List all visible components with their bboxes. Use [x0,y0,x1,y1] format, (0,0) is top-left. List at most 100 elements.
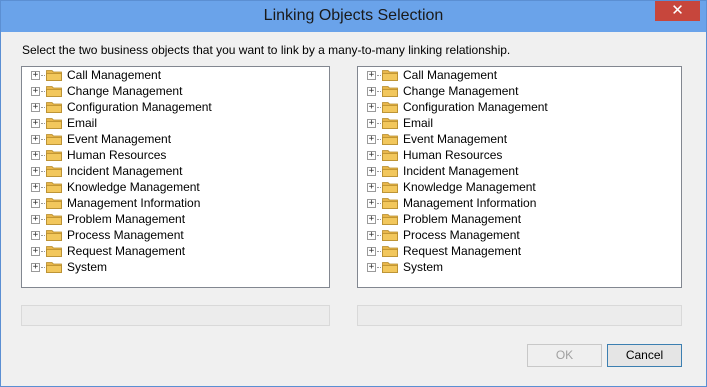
tree-node[interactable]: + System [22,259,329,275]
expand-icon[interactable]: + [31,151,40,160]
folder-icon [382,246,398,257]
expand-icon[interactable]: + [31,231,40,240]
expand-icon[interactable]: + [367,167,376,176]
tree-node[interactable]: + Email [358,115,681,131]
tree-node-label: System [67,260,108,274]
tree-node[interactable]: + Knowledge Management [358,179,681,195]
tree-connector [377,107,381,108]
close-button[interactable]: ✕ [655,1,700,21]
tree-node[interactable]: + Incident Management [22,163,329,179]
tree-node-label: Knowledge Management [403,180,536,194]
expand-icon[interactable]: + [367,247,376,256]
folder-icon [46,70,62,81]
cancel-button[interactable]: Cancel [607,344,682,367]
tree-node[interactable]: + Request Management [22,243,329,259]
tree-node-label: Event Management [403,132,508,146]
expand-icon[interactable]: + [31,87,40,96]
right-object-tree[interactable]: + Call Management + Change Management + Confi… [357,66,682,288]
tree-node[interactable]: + Event Management [358,131,681,147]
expand-icon[interactable]: + [31,119,40,128]
ok-button[interactable]: OK [527,344,602,367]
tree-connector [377,139,381,140]
tree-node[interactable]: + Configuration Management [22,99,329,115]
title-bar[interactable]: Linking Objects Selection ✕ [1,1,706,32]
expand-icon[interactable]: + [31,263,40,272]
tree-node-label: Email [67,116,98,130]
tree-connector [377,267,381,268]
tree-connector [41,203,45,204]
tree-connector [377,75,381,76]
tree-node-label: Management Information [67,196,201,210]
tree-node-label: Human Resources [403,148,503,162]
tree-node[interactable]: + Management Information [358,195,681,211]
expand-icon[interactable]: + [31,215,40,224]
expand-icon[interactable]: + [367,151,376,160]
tree-node[interactable]: + Email [22,115,329,131]
expand-icon[interactable]: + [31,167,40,176]
tree-connector [41,187,45,188]
expand-icon[interactable]: + [367,71,376,80]
tree-node[interactable]: + Change Management [358,83,681,99]
expand-icon[interactable]: + [31,71,40,80]
tree-node[interactable]: + Process Management [358,227,681,243]
tree-node[interactable]: + Process Management [22,227,329,243]
folder-icon [382,150,398,161]
tree-node[interactable]: + Incident Management [358,163,681,179]
tree-node[interactable]: + Problem Management [358,211,681,227]
tree-node-label: Human Resources [67,148,167,162]
folder-icon [46,134,62,145]
expand-icon[interactable]: + [367,215,376,224]
left-selection-field [21,305,330,326]
folder-icon [46,214,62,225]
expand-icon[interactable]: + [367,87,376,96]
folder-icon [382,198,398,209]
expand-icon[interactable]: + [367,183,376,192]
expand-icon[interactable]: + [31,135,40,144]
folder-icon [382,70,398,81]
dialog-title: Linking Objects Selection [263,7,444,24]
tree-node[interactable]: + Configuration Management [358,99,681,115]
tree-connector [377,155,381,156]
expand-icon[interactable]: + [367,135,376,144]
folder-icon [382,118,398,129]
tree-connector [377,203,381,204]
tree-connector [41,219,45,220]
tree-node-label: Management Information [403,196,537,210]
expand-icon[interactable]: + [367,263,376,272]
folder-icon [46,150,62,161]
folder-icon [382,262,398,273]
expand-icon[interactable]: + [31,103,40,112]
left-object-tree[interactable]: + Call Management + Change Management + Confi… [21,66,330,288]
expand-icon[interactable]: + [367,103,376,112]
tree-connector [377,251,381,252]
folder-icon [46,102,62,113]
expand-icon[interactable]: + [367,119,376,128]
tree-node[interactable]: + Request Management [358,243,681,259]
folder-icon [382,166,398,177]
tree-node[interactable]: + Human Resources [22,147,329,163]
tree-node[interactable]: + Human Resources [358,147,681,163]
tree-node[interactable]: + Call Management [22,67,329,83]
tree-node-label: Process Management [67,228,184,242]
tree-node[interactable]: + Problem Management [22,211,329,227]
expand-icon[interactable]: + [31,247,40,256]
tree-connector [41,267,45,268]
expand-icon[interactable]: + [31,199,40,208]
tree-node[interactable]: + Change Management [22,83,329,99]
tree-node[interactable]: + System [358,259,681,275]
expand-icon[interactable]: + [367,199,376,208]
expand-icon[interactable]: + [367,231,376,240]
tree-connector [377,123,381,124]
tree-node-label: Event Management [67,132,172,146]
tree-node[interactable]: + Management Information [22,195,329,211]
tree-node-label: Request Management [403,244,522,258]
folder-icon [46,262,62,273]
tree-node[interactable]: + Call Management [358,67,681,83]
expand-icon[interactable]: + [31,183,40,192]
tree-node-label: Change Management [67,84,183,98]
folder-icon [46,182,62,193]
tree-node[interactable]: + Event Management [22,131,329,147]
tree-node-label: Request Management [67,244,186,258]
tree-node[interactable]: + Knowledge Management [22,179,329,195]
tree-node-label: Incident Management [67,164,183,178]
